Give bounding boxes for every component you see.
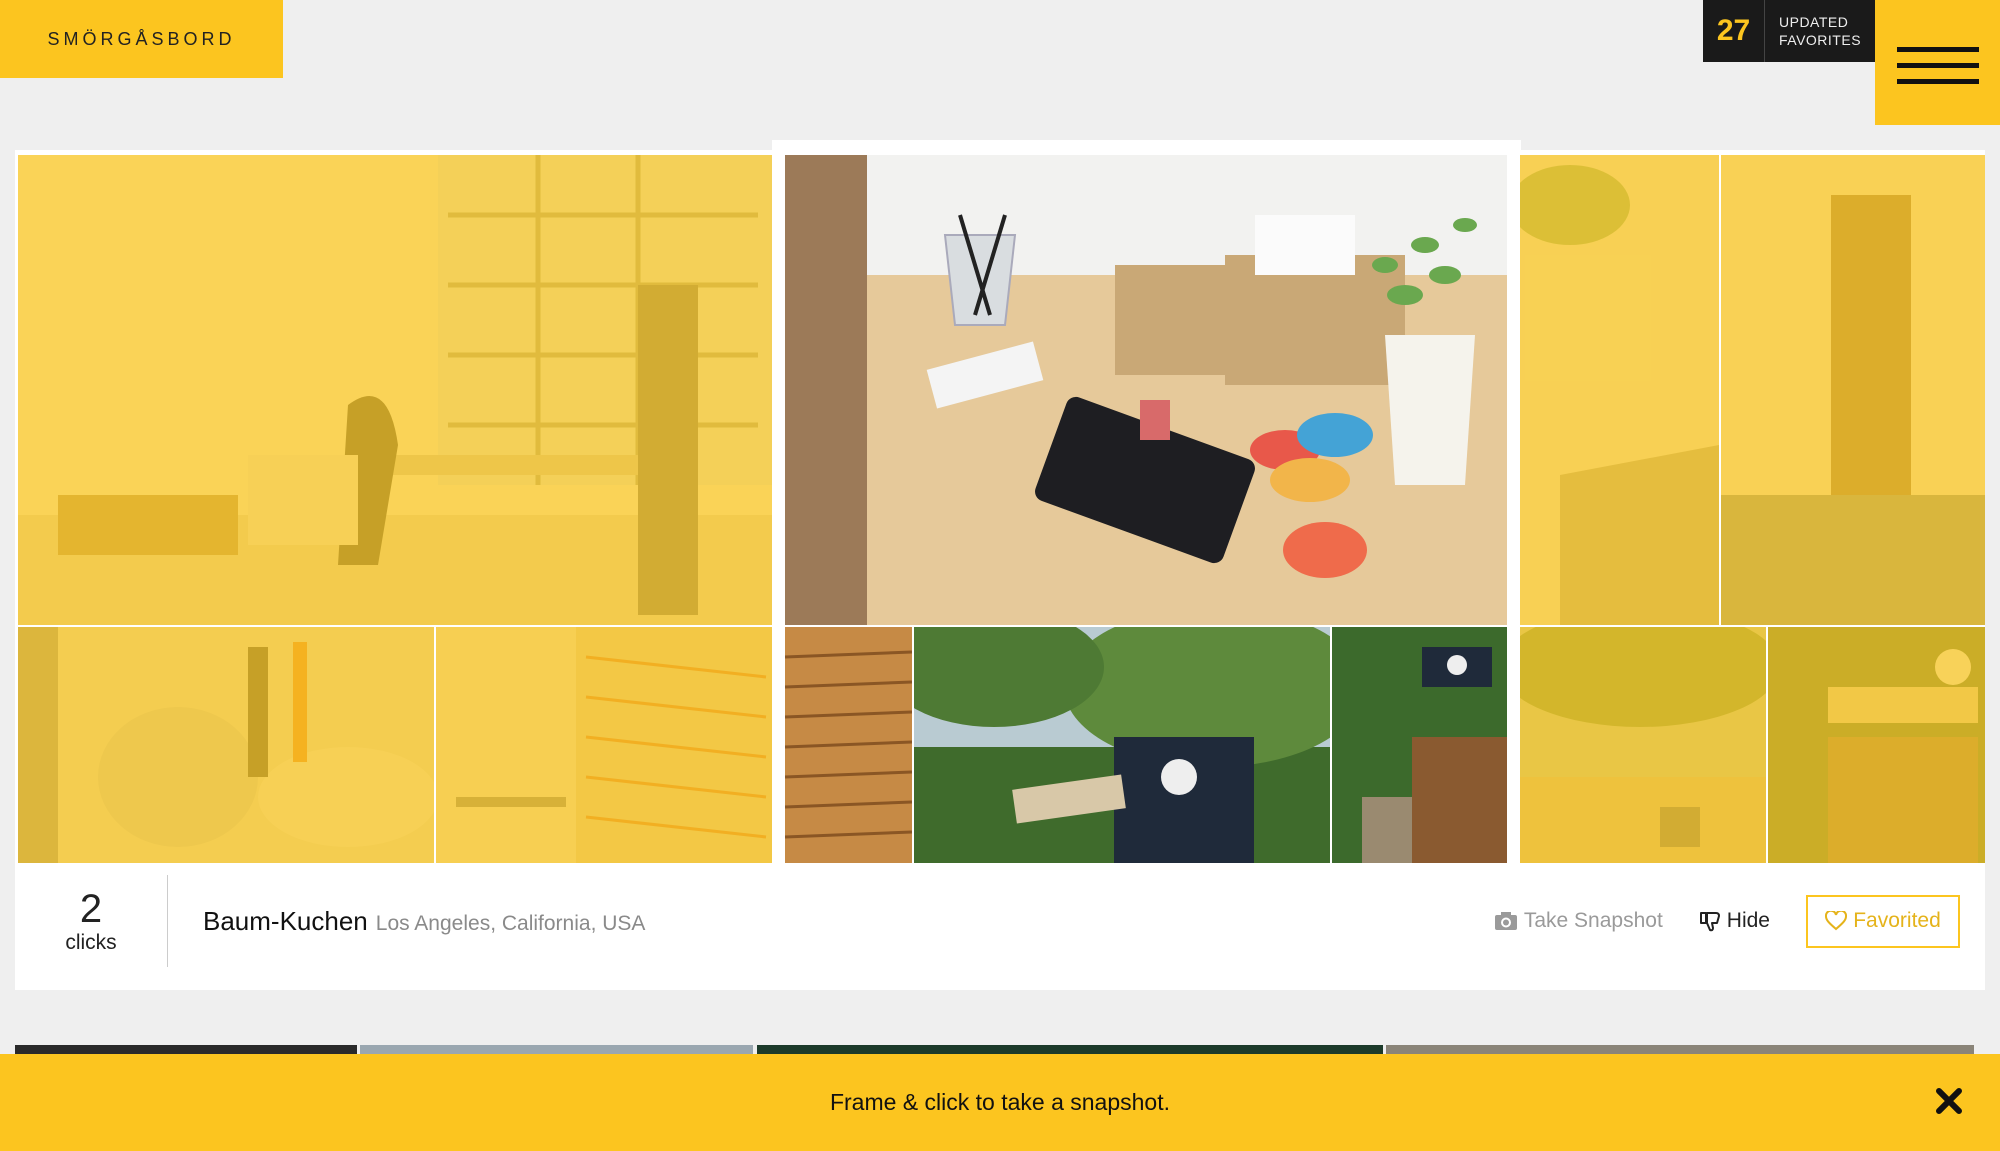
updated-label-line2: FAVORITES [1779, 32, 1862, 48]
click-counter: 2 clicks [15, 875, 168, 967]
photo-tile-garden[interactable] [1520, 627, 1766, 863]
favorited-button[interactable]: Favorited [1806, 894, 1960, 948]
photo-tile-corner[interactable] [1520, 155, 1719, 625]
photo-tile-office[interactable] [18, 155, 772, 625]
place-name[interactable]: Baum-Kuchen [203, 906, 368, 937]
photo-tile-baumhaus-sign[interactable] [914, 627, 1330, 863]
photo-tile-kraft-envelopes[interactable] [785, 627, 912, 863]
place-card: 2 clicks Baum-Kuchen Los Angeles, Califo… [15, 140, 1985, 990]
baumhaus-gate-photo [1768, 627, 1985, 863]
camera-icon [1494, 912, 1517, 930]
updated-label-line1: UPDATED [1779, 14, 1849, 30]
snapshot-banner: Frame & click to take a snapshot. [0, 1054, 2000, 1151]
snapshot-banner-message: Frame & click to take a snapshot. [829, 1089, 1171, 1115]
supplies-photo [18, 627, 434, 863]
kraft-envelopes-photo [785, 627, 912, 863]
photo-tile-desk[interactable] [785, 155, 1507, 625]
office-photo [18, 155, 772, 625]
close-icon[interactable] [1934, 1086, 1964, 1116]
photo-mosaic[interactable] [15, 150, 1985, 863]
hamburger-icon-line [1896, 79, 1979, 84]
updated-favorites-badge[interactable]: 27 UPDATED FAVORITES [1703, 0, 1875, 62]
favorited-label: Favorited [1853, 909, 1941, 932]
photo-tile-supplies[interactable] [18, 627, 434, 863]
desk-photo [785, 155, 1507, 625]
photo-tile-treehouse[interactable] [1332, 627, 1507, 863]
photo-tile-wall[interactable] [1721, 155, 1985, 625]
photo-tile-baumhaus-gate[interactable] [1768, 627, 1985, 863]
click-count: 2 [79, 887, 103, 931]
logo-text: SMÖRGÅSBORD [47, 28, 236, 49]
envelopes-shelf-photo [436, 627, 772, 863]
photo-tile-envelopes-shelf[interactable] [436, 627, 772, 863]
treehouse-photo [1332, 627, 1507, 863]
baumhaus-sign-photo [914, 627, 1330, 863]
card-footer: 2 clicks Baum-Kuchen Los Angeles, Califo… [15, 862, 1985, 980]
menu-button[interactable] [1875, 0, 2000, 125]
hamburger-icon-line [1896, 63, 1979, 68]
heart-icon [1825, 911, 1848, 931]
updated-count: 27 [1703, 0, 1765, 62]
thumbs-down-icon [1699, 912, 1720, 932]
take-snapshot-label: Take Snapshot [1523, 909, 1663, 932]
hamburger-icon [1896, 47, 1979, 52]
hide-label: Hide [1726, 909, 1770, 932]
take-snapshot-button[interactable]: Take Snapshot [1494, 909, 1663, 933]
logo[interactable]: SMÖRGÅSBORD [0, 0, 283, 78]
wall-photo [1721, 155, 1985, 625]
corner-photo [1520, 155, 1719, 625]
card-actions: Take Snapshot Hide Favorited [1494, 894, 1985, 948]
updated-label: UPDATED FAVORITES [1765, 13, 1861, 49]
hide-button[interactable]: Hide [1699, 909, 1770, 933]
place-info: Baum-Kuchen Los Angeles, California, USA [168, 906, 1494, 937]
click-label: clicks [65, 931, 117, 954]
garden-photo [1520, 627, 1766, 863]
place-location: Los Angeles, California, USA [375, 911, 646, 935]
